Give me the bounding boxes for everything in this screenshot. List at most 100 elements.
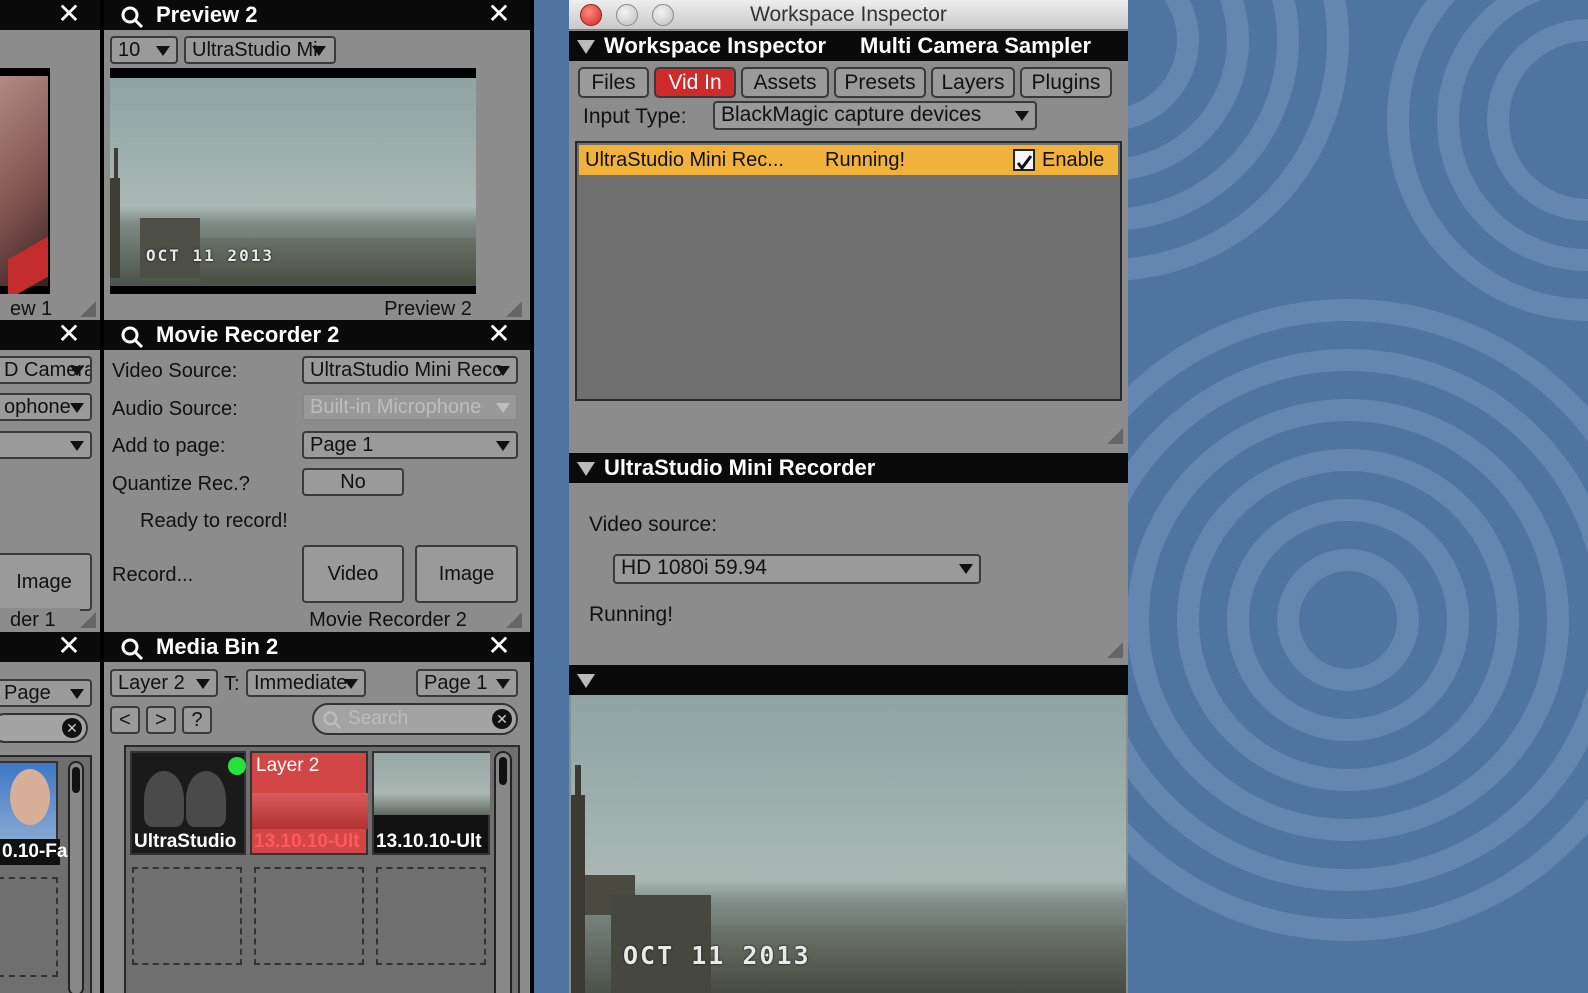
media-bin2-panel: Media Bin 2 ✕ Layer 2 T: Immediate Page … [104,632,530,993]
empty-slot[interactable] [376,867,486,965]
desktop-sliver [534,0,569,993]
media-item-layer2[interactable]: Layer 2 13.10.10-Ult [250,751,368,855]
media-bin2-title: Media Bin 2 [156,634,279,659]
media-thumbnail[interactable]: 0.10-Fa [0,761,67,865]
preview2-footer[interactable]: Preview 2 [372,297,484,321]
recorder1-video-source-select[interactable]: D Camera [0,356,92,384]
resize-corner-icon[interactable] [506,301,522,317]
workspace-inspector-window: Workspace Inspector Workspace Inspector … [569,0,1128,993]
input-type-select[interactable]: BlackMagic capture devices [713,101,1037,130]
resize-corner-icon[interactable] [506,612,522,628]
video-format-select[interactable]: HD 1080i 59.94 [613,554,981,584]
media-caption: 0.10-Fa [2,841,68,862]
next-button[interactable]: > [146,706,176,734]
close-icon[interactable]: ✕ [484,0,514,30]
preview2-source-select[interactable]: UltraStudio Mi [184,36,336,64]
media-caption: 13.10.10-Ult [254,831,360,852]
zoom-select[interactable]: 10 [110,36,178,64]
resize-corner-icon[interactable] [1107,428,1123,444]
search-field[interactable]: Search ✕ [312,703,518,735]
resize-corner-icon[interactable] [80,612,96,628]
select-value: Page 1 [424,672,488,694]
media-caption: UltraStudio [134,831,237,852]
inspector-header[interactable]: Workspace Inspector Multi Camera Sampler [569,31,1128,61]
running-status: Running! [589,603,674,626]
tab-layers[interactable]: Layers [931,67,1015,98]
tab-plugins[interactable]: Plugins [1020,67,1112,98]
scrollbar[interactable] [494,751,512,993]
chevron-down-icon [70,366,84,376]
inspector-video-preview: OCT 11 2013 [571,695,1126,993]
recorder1-audio-source-select[interactable]: ophone [0,393,92,421]
tab-presets[interactable]: Presets [834,67,926,98]
preview-section-header[interactable] [569,665,1128,695]
add-to-page-select[interactable]: Page 1 [302,431,518,459]
search-icon[interactable] [120,325,144,349]
preview2-timestamp: OCT 11 2013 [146,246,274,265]
tab-assets[interactable]: Assets [741,67,829,98]
select-value: BlackMagic capture devices [721,103,982,126]
chevron-down-icon [496,441,510,451]
recorder1-image-button[interactable]: Image [0,553,92,611]
media-bin2-titlebar: Media Bin 2 ✕ [104,632,530,662]
enable-checkbox[interactable] [1013,149,1035,171]
resize-corner-icon[interactable] [1107,642,1123,658]
chevron-down-icon [1015,111,1029,121]
layer-select[interactable]: Layer 2 [110,669,218,697]
disclosure-triangle-icon[interactable] [577,462,595,476]
media-caption: 13.10.10-Ult [376,831,482,852]
movie-recorder2-footer[interactable]: Movie Recorder 2 [292,608,484,632]
clear-icon[interactable]: ✕ [492,709,512,729]
select-value: Page 1 [310,434,374,456]
device-section-header[interactable]: UltraStudio Mini Recorder [569,453,1128,483]
empty-slot[interactable] [0,877,58,977]
help-button[interactable]: ? [182,706,212,734]
media-item-clip[interactable]: 13.10.10-Ult [372,751,490,855]
window-titlebar[interactable]: Workspace Inspector [569,0,1128,30]
scrollbar[interactable] [68,761,84,993]
select-value: Layer 2 [118,672,185,694]
resize-corner-icon[interactable] [80,301,96,317]
prev-button[interactable]: < [110,706,140,734]
close-icon[interactable]: ✕ [484,632,514,662]
workspace-name: Multi Camera Sampler [860,33,1092,58]
close-icon[interactable]: ✕ [54,632,84,662]
mediabin1-search-input[interactable]: ✕ [0,713,88,743]
clear-icon[interactable]: ✕ [62,718,82,738]
disclosure-triangle-icon[interactable] [577,674,595,688]
chevron-down-icon [196,679,210,689]
wallpaper-pattern [1128,0,1588,941]
close-icon[interactable]: ✕ [484,320,514,350]
close-icon[interactable]: ✕ [54,0,84,30]
search-icon[interactable] [120,5,144,29]
video-timestamp: OCT 11 2013 [623,941,811,970]
device-section-title: UltraStudio Mini Recorder [604,455,876,480]
disclosure-triangle-icon[interactable] [577,40,595,54]
tab-vid-in[interactable]: Vid In [654,67,736,98]
recorder1-page-select[interactable] [0,431,92,459]
close-icon[interactable]: ✕ [54,320,84,350]
mediabin1-page-select[interactable]: Page [0,679,92,707]
tab-files[interactable]: Files [578,67,649,98]
enable-label: Enable [1042,149,1105,171]
search-icon[interactable] [120,637,144,661]
page-select[interactable]: Page 1 [416,669,518,697]
chevron-down-icon [496,679,510,689]
select-value: Built-in Microphone [310,396,482,418]
device-row[interactable]: UltraStudio Mini Rec... Running! Enable [579,145,1118,175]
video-source-select[interactable]: UltraStudio Mini Reco [302,356,518,384]
transition-label: T: [224,673,240,695]
quantize-toggle[interactable]: No [302,468,404,496]
recorder1-footer[interactable]: der 1 [0,608,80,632]
checkmark-icon [1016,155,1033,171]
record-image-button[interactable]: Image [415,545,518,603]
recorder1-titlebar: ✕ [0,320,100,350]
transition-select[interactable]: Immediate [246,669,366,697]
media-item-ultrastudio[interactable]: UltraStudio [130,751,246,855]
empty-slot[interactable] [132,867,242,965]
empty-slot[interactable] [254,867,364,965]
chevron-down-icon [70,689,84,699]
record-video-button[interactable]: Video [302,545,404,603]
preview2-titlebar: Preview 2 ✕ [104,0,530,30]
preview2-title: Preview 2 [156,2,258,27]
